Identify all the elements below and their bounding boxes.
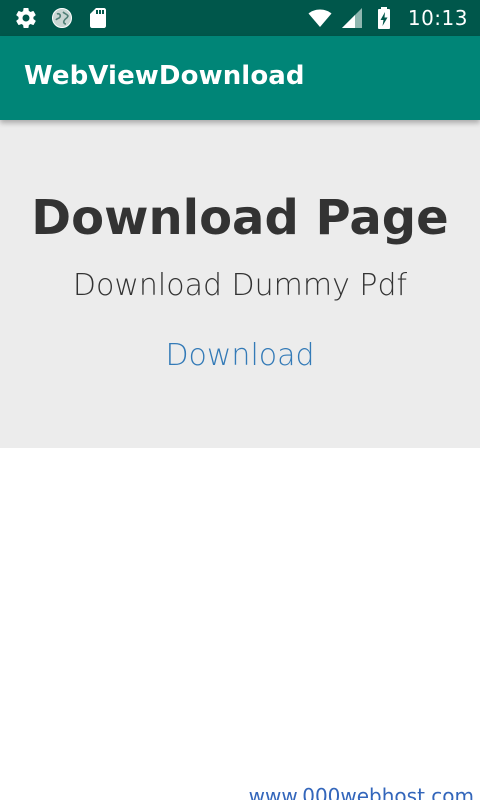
cell-signal-icon <box>340 6 364 30</box>
status-clock: 10:13 <box>407 6 468 30</box>
status-bar: 10:13 <box>0 0 480 36</box>
page-subtitle: Download Dummy Pdf <box>72 268 408 303</box>
webview-content[interactable]: Download Page Download Dummy Pdf Downloa… <box>0 120 480 800</box>
status-bar-notifications <box>14 6 110 30</box>
gear-icon <box>14 6 38 30</box>
app-title: WebViewDownload <box>24 61 305 91</box>
status-bar-system-icons: 10:13 <box>308 4 468 32</box>
wifi-icon <box>308 6 332 30</box>
hero-section: Download Page Download Dummy Pdf Downloa… <box>0 120 480 448</box>
app-screen: 10:13 WebViewDownload Download Page Down… <box>0 0 480 800</box>
battery-charging-icon <box>372 6 396 30</box>
app-toolbar: WebViewDownload <box>0 36 480 120</box>
webhost-footer-link[interactable]: www.000webhost.com <box>249 784 474 800</box>
sd-card-icon <box>86 6 110 30</box>
globe-icon <box>50 6 74 30</box>
download-link[interactable]: Download <box>0 338 480 374</box>
page-title: Download Page <box>31 190 449 246</box>
